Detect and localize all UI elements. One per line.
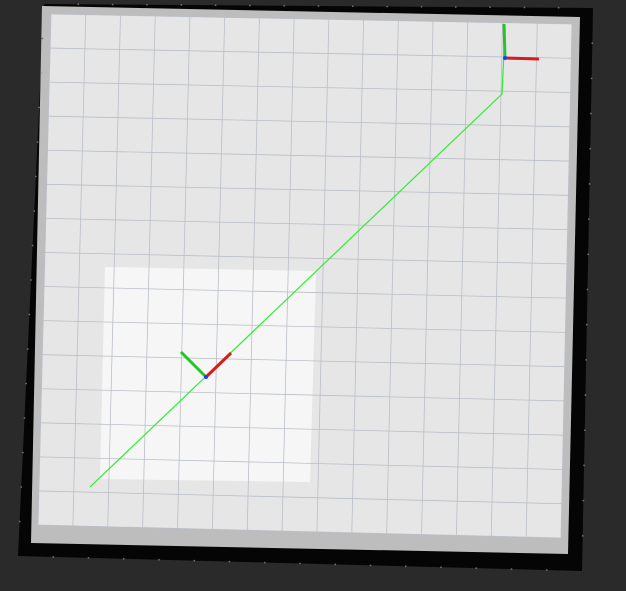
border-tick <box>588 183 591 185</box>
border-tick <box>36 141 39 143</box>
border-tick <box>25 382 28 385</box>
border-tick <box>28 313 31 316</box>
goal-y-axis <box>502 23 507 59</box>
goal-x-axis <box>504 56 540 61</box>
border-tick <box>584 394 587 396</box>
border-tick <box>386 5 389 8</box>
border-tick <box>586 288 589 291</box>
border-tick <box>420 5 423 8</box>
border-tick <box>34 175 37 178</box>
border-tick <box>299 562 301 565</box>
border-tick <box>590 112 592 115</box>
border-tick <box>146 3 148 6</box>
rviz-map-scene[interactable] <box>0 0 626 591</box>
border-tick <box>87 556 90 559</box>
border-tick <box>228 560 231 563</box>
border-tick <box>41 37 44 40</box>
border-tick <box>583 464 585 467</box>
border-tick <box>21 451 24 454</box>
border-tick <box>30 279 32 281</box>
border-tick <box>111 3 114 6</box>
border-tick <box>585 358 588 361</box>
border-tick <box>23 417 26 419</box>
border-tick <box>404 565 407 568</box>
border-tick <box>263 561 266 564</box>
robot-origin <box>204 375 208 379</box>
border-tick <box>38 106 41 109</box>
border-tick <box>489 6 491 9</box>
border-tick <box>351 5 354 8</box>
border-tick <box>33 210 36 212</box>
border-tick <box>523 6 526 9</box>
border-tick <box>583 429 586 432</box>
border-tick <box>369 564 372 567</box>
border-tick <box>158 558 160 561</box>
border-tick <box>193 559 196 562</box>
border-tick <box>545 569 548 571</box>
border-tick <box>591 42 594 45</box>
border-tick <box>475 567 478 570</box>
border-tick <box>18 520 21 523</box>
border-tick <box>283 4 286 7</box>
border-tick <box>39 72 42 74</box>
border-tick <box>587 253 590 256</box>
border-tick <box>510 568 513 571</box>
border-tick <box>440 566 442 569</box>
border-tick <box>31 244 34 247</box>
border-tick <box>180 4 183 6</box>
goal-origin <box>503 56 507 60</box>
border-tick <box>557 6 560 9</box>
border-tick <box>454 6 457 8</box>
map-viewport[interactable] <box>0 0 626 591</box>
border-tick <box>26 348 29 350</box>
border-tick <box>20 486 23 488</box>
border-tick <box>248 4 251 7</box>
border-tick <box>587 218 590 221</box>
border-tick <box>589 147 592 150</box>
border-tick <box>52 556 55 558</box>
border-tick <box>582 499 585 502</box>
border-tick <box>122 557 125 560</box>
border-tick <box>585 323 588 326</box>
border-tick <box>590 77 593 80</box>
border-tick <box>317 5 320 7</box>
border-tick <box>334 563 337 566</box>
border-tick <box>214 4 217 7</box>
border-tick <box>581 534 584 537</box>
border-tick <box>77 3 80 6</box>
